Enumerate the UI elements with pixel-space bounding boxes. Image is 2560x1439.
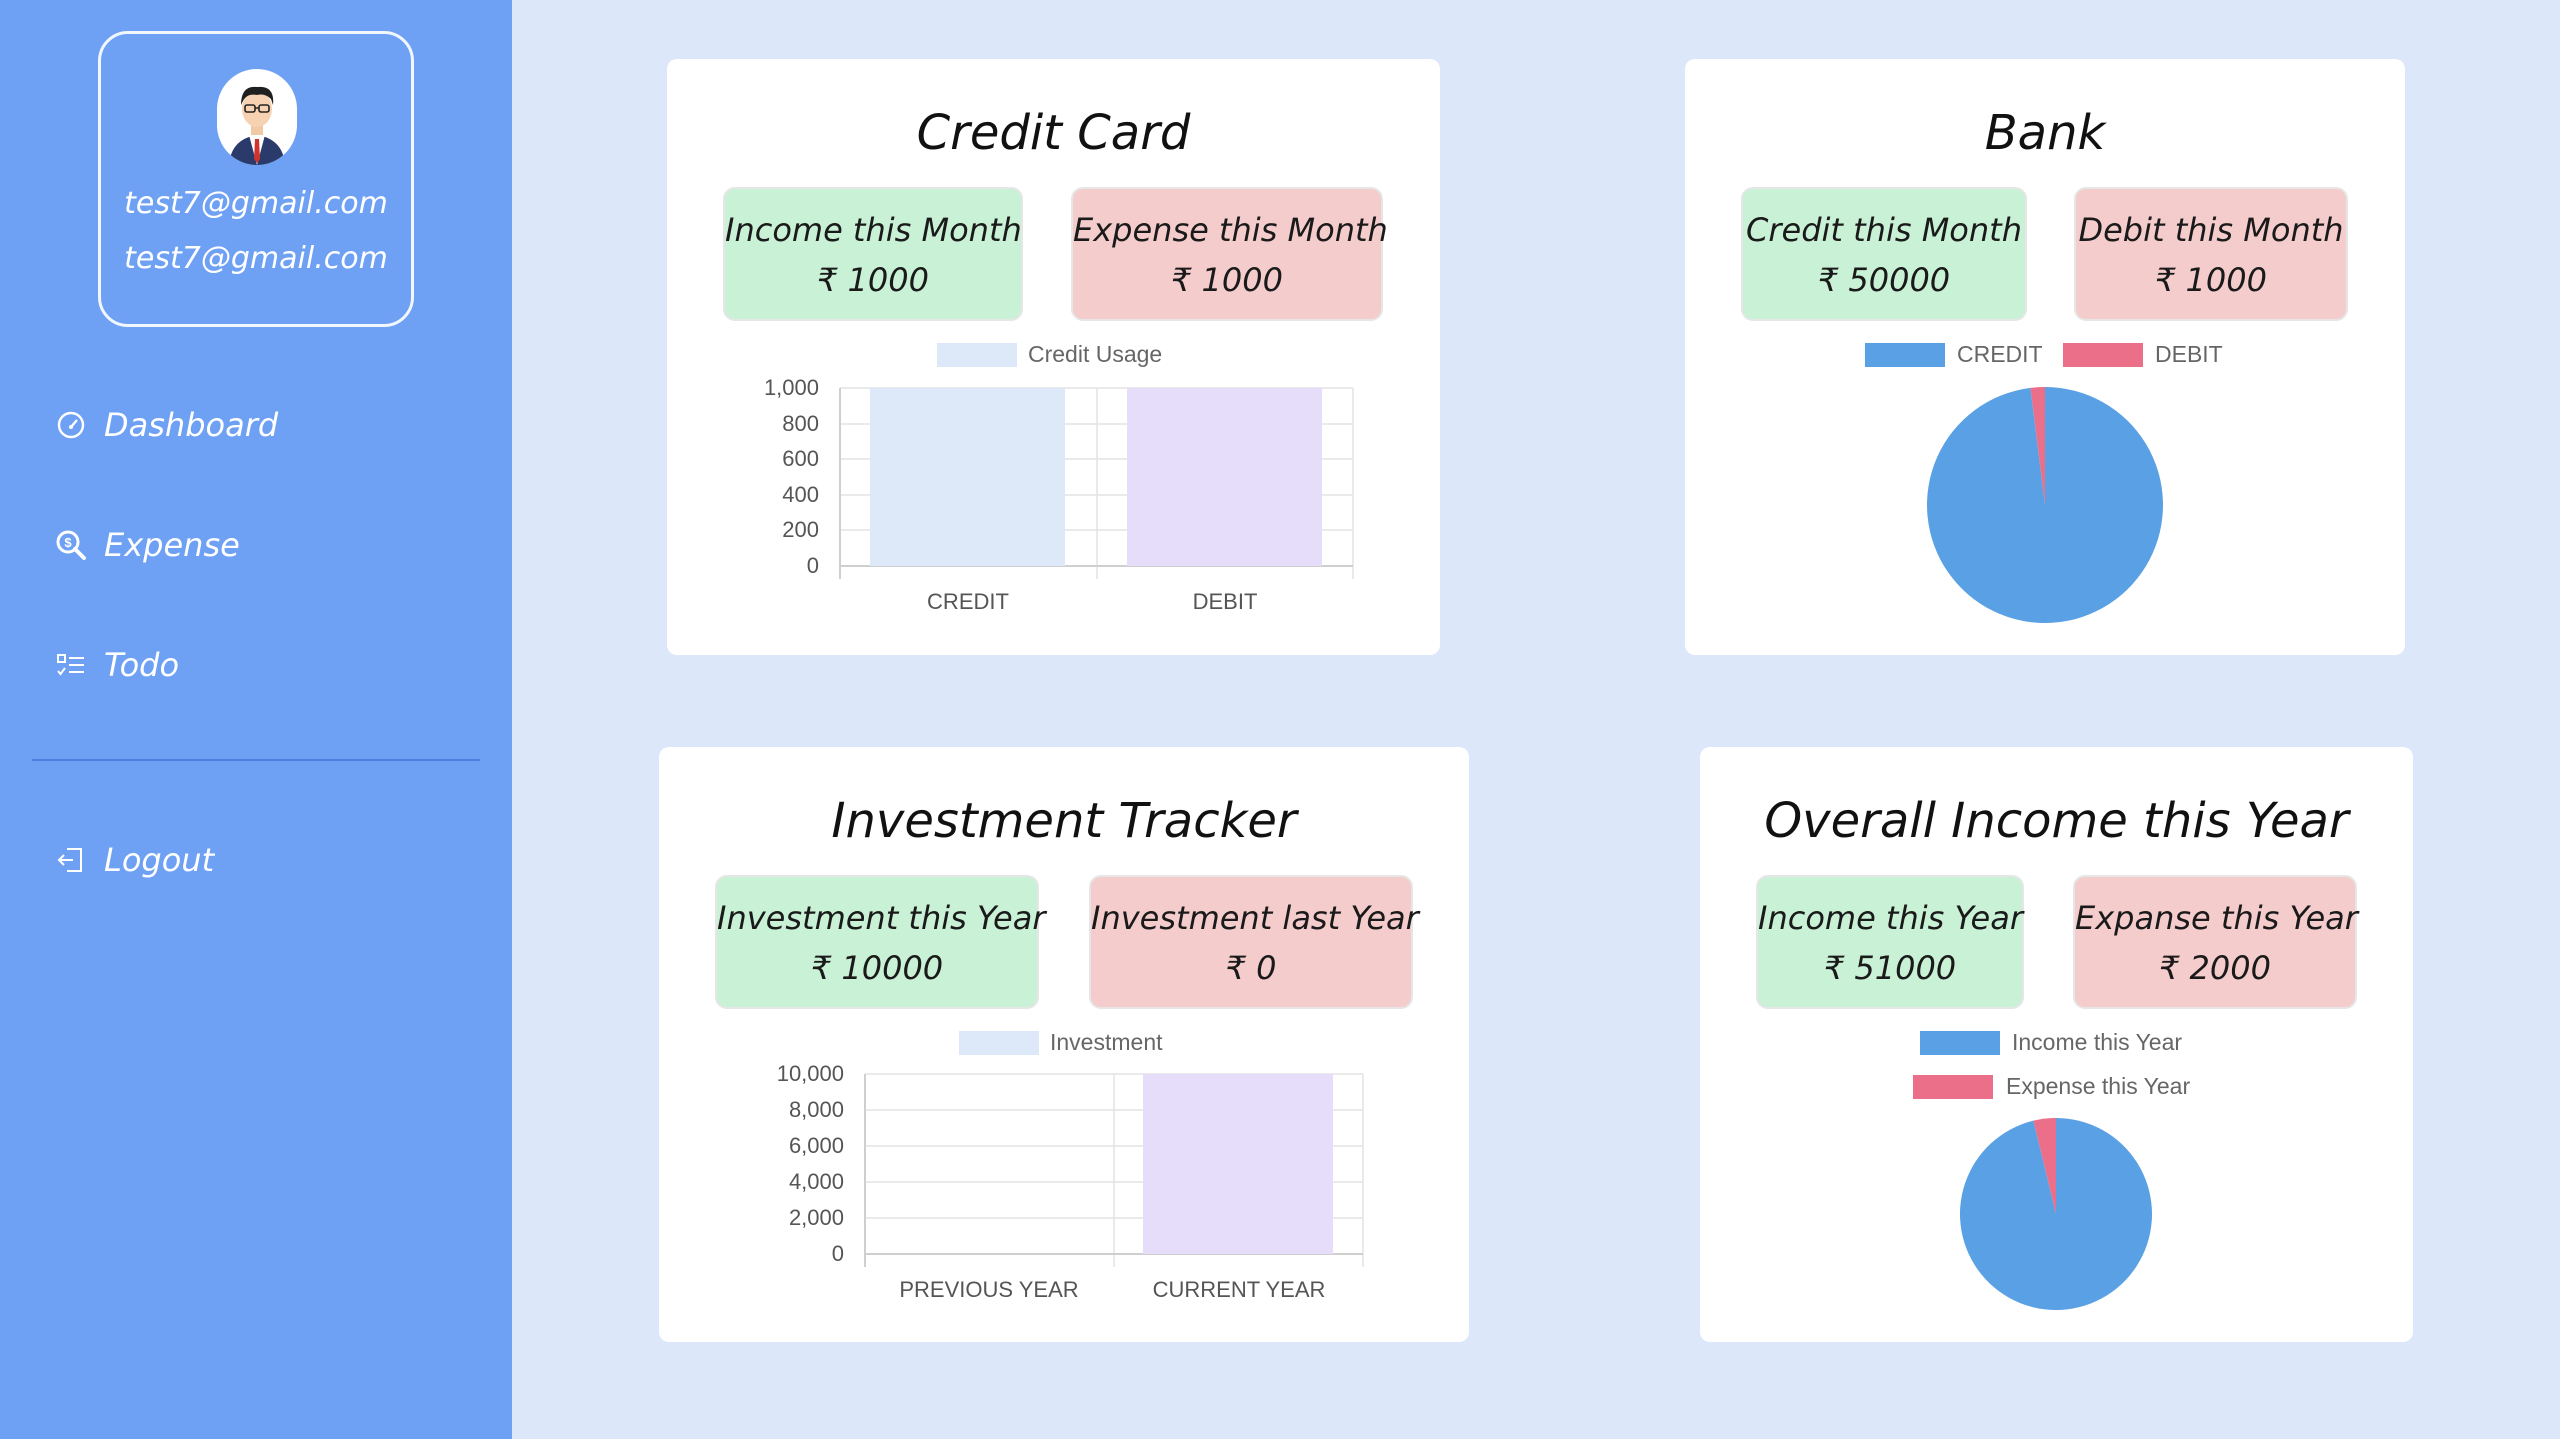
credit-card-card: Credit Card Income this Month ₹ 1000 Exp…: [667, 59, 1440, 655]
bar-current-year: [1143, 1074, 1333, 1254]
x-tick-label: DEBIT: [1193, 589, 1258, 614]
nav-todo-label: Todo: [104, 646, 180, 684]
x-tick-label: PREVIOUS YEAR: [899, 1277, 1078, 1302]
logout-icon: [57, 848, 82, 872]
nav-logout[interactable]: Logout: [52, 830, 472, 890]
y-tick-label: 10,000: [777, 1061, 844, 1086]
sidebar: test7@gmail.com test7@gmail.com Dashboar…: [0, 0, 512, 1439]
investment-card: Investment Tracker Investment this Year …: [659, 747, 1469, 1342]
checklist-icon: [57, 654, 84, 676]
overall-income-card: Overall Income this Year Income this Yea…: [1700, 747, 2413, 1342]
nav-expense-label: Expense: [104, 526, 240, 564]
businessman-avatar-icon: [217, 77, 297, 165]
legend-label-investment: Investment: [1050, 1029, 1163, 1055]
y-tick-label: 2,000: [789, 1205, 844, 1230]
avatar: [217, 69, 297, 165]
user-name: test7@gmail.com: [124, 186, 388, 221]
overall-income-pie-chart: Income this Year Expense this Year: [1913, 1029, 2190, 1310]
search-dollar-icon: $: [56, 530, 86, 560]
legend-swatch-debit: [2063, 343, 2143, 367]
legend-label-expense-year: Expense this Year: [2006, 1073, 2190, 1099]
legend-label-income-year: Income this Year: [2012, 1029, 2182, 1055]
y-tick-label: 6,000: [789, 1133, 844, 1158]
sidebar-divider: [32, 759, 480, 761]
legend-label-debit: DEBIT: [2155, 341, 2223, 367]
y-tick-label: 0: [807, 553, 819, 578]
y-tick-label: 4,000: [789, 1169, 844, 1194]
y-tick-label: 8,000: [789, 1097, 844, 1122]
nav-logout-label: Logout: [104, 841, 215, 879]
legend-swatch-income-year: [1920, 1031, 2000, 1055]
svg-text:$: $: [64, 535, 72, 550]
x-tick-label: CURRENT YEAR: [1153, 1277, 1326, 1302]
user-email: test7@gmail.com: [124, 241, 388, 276]
nav-todo[interactable]: Todo: [52, 635, 472, 695]
legend-label-credit-usage: Credit Usage: [1028, 341, 1162, 367]
dashboard-gauge-icon: [57, 411, 85, 439]
bank-pie-chart: CREDIT DEBIT: [1865, 341, 2223, 623]
nav-dashboard[interactable]: Dashboard: [52, 395, 472, 455]
y-tick-label: 200: [782, 517, 819, 542]
y-tick-label: 0: [832, 1241, 844, 1266]
legend-swatch-credit-usage: [937, 343, 1017, 367]
y-tick-label: 600: [782, 446, 819, 471]
legend-label-credit: CREDIT: [1957, 341, 2043, 367]
legend-swatch-expense-year: [1913, 1075, 1993, 1099]
credit-usage-bar-chart: Credit Usage 1,000 800 600 400 200 0 CRE…: [764, 341, 1354, 614]
legend-swatch-credit: [1865, 343, 1945, 367]
nav-expense[interactable]: $ Expense: [52, 515, 472, 575]
y-tick-label: 1,000: [764, 375, 819, 400]
y-tick-label: 800: [782, 411, 819, 436]
bar-debit: [1127, 388, 1322, 566]
bar-credit: [870, 388, 1065, 566]
y-tick-label: 400: [782, 482, 819, 507]
bank-card: Bank Credit this Month ₹ 50000 Debit thi…: [1685, 59, 2405, 655]
investment-bar-chart: Investment 10,000 8,000 6,000 4,000 2,00…: [777, 1029, 1364, 1302]
legend-swatch-investment: [959, 1031, 1039, 1055]
nav-dashboard-label: Dashboard: [104, 406, 279, 444]
x-tick-label: CREDIT: [927, 589, 1009, 614]
profile-card: test7@gmail.com test7@gmail.com: [98, 31, 414, 327]
